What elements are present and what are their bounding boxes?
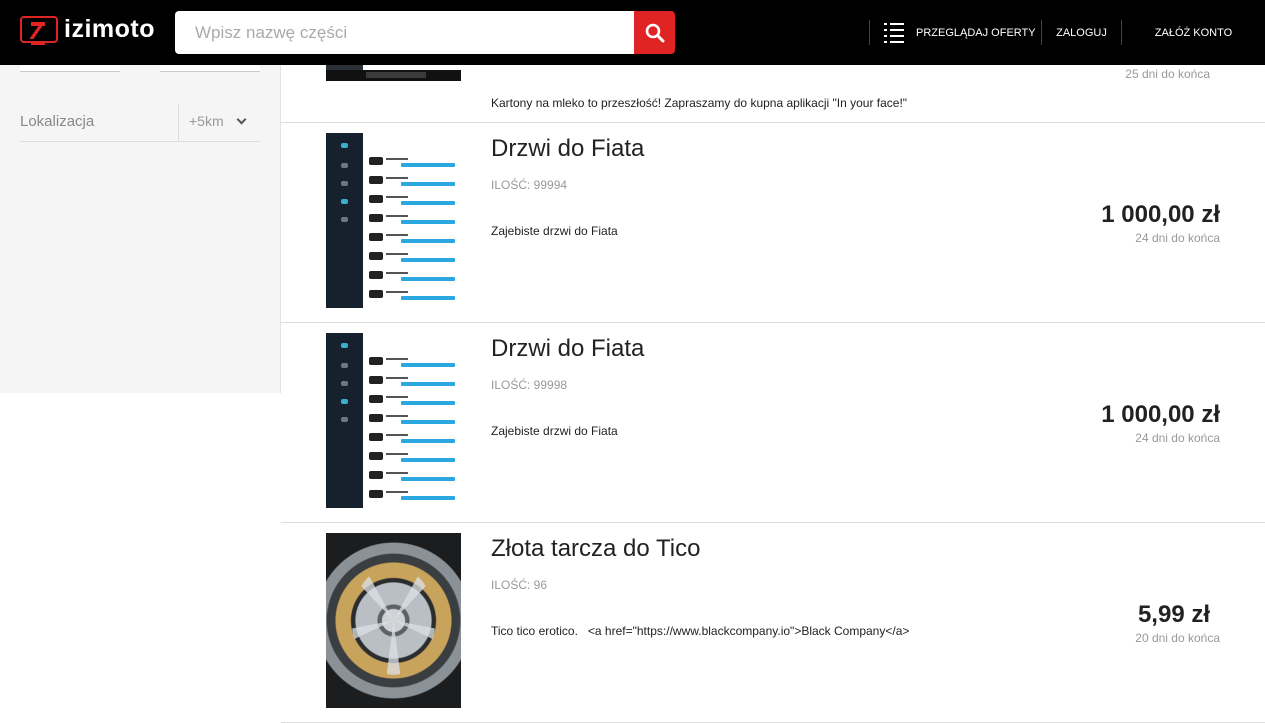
days-left: 24 dni do końca xyxy=(1135,431,1220,445)
chevron-down-icon xyxy=(236,114,247,124)
offer-price: 1 000,00 zł xyxy=(1101,201,1220,228)
search-icon xyxy=(645,23,664,42)
location-field[interactable]: Lokalizacja xyxy=(20,113,94,130)
offer-quantity: ILOŚĆ: 96 xyxy=(491,578,548,592)
offer-thumbnail[interactable] xyxy=(326,533,461,708)
site-logo[interactable]: izimoto xyxy=(20,14,155,45)
offer-description: Zajebiste drzwi do Fiata xyxy=(491,424,618,438)
offer-title[interactable]: Drzwi do Fiata xyxy=(491,335,644,363)
offer-description: Kartony na mleko to przeszłość! Zaprasza… xyxy=(491,96,908,110)
offer-price: 5,99 zł xyxy=(1137,601,1210,628)
search-button[interactable] xyxy=(634,11,675,54)
offer-quantity: ILOŚĆ: 99994 xyxy=(491,178,568,192)
radius-value: +5km xyxy=(189,113,224,129)
range-to-field[interactable] xyxy=(160,65,260,72)
days-left: 20 dni do końca xyxy=(1135,631,1220,645)
days-left: 25 dni do końca xyxy=(1125,67,1210,81)
location-divider xyxy=(178,103,179,141)
logo-text: izimoto xyxy=(64,14,155,43)
search-input[interactable] xyxy=(175,11,634,54)
register-label: ZAŁÓŻ KONTO xyxy=(1154,26,1233,39)
offer-title[interactable]: Drzwi do Fiata xyxy=(491,135,644,163)
login-label: ZALOGUJ xyxy=(1056,26,1107,39)
offer-title[interactable]: Złota tarcza do Tico xyxy=(491,535,700,563)
location-underline xyxy=(20,141,260,142)
logo-mark-icon xyxy=(20,15,58,45)
filter-sidebar: Lokalizacja +5km xyxy=(0,65,281,393)
browse-offers-link[interactable]: PRZEGLĄDAJ OFERTY xyxy=(869,20,1041,45)
list-item[interactable]: Drzwi do Fiata ILOŚĆ: 99994 Zajebiste dr… xyxy=(281,123,1265,323)
range-from-field[interactable] xyxy=(20,65,120,72)
search-bar xyxy=(175,11,675,54)
radius-select[interactable]: +5km xyxy=(189,113,247,129)
offer-thumbnail[interactable] xyxy=(326,133,461,308)
offer-thumbnail[interactable] xyxy=(326,333,461,508)
browse-offers-label: PRZEGLĄDAJ OFERTY xyxy=(916,26,1036,39)
list-item[interactable]: Drzwi do Fiata ILOŚĆ: 99998 Zajebiste dr… xyxy=(281,323,1265,523)
offer-quantity: ILOŚĆ: 99998 xyxy=(491,378,568,392)
offer-price: 1 000,00 zł xyxy=(1101,401,1220,428)
offer-description: Zajebiste drzwi do Fiata xyxy=(491,224,618,238)
days-left: 24 dni do końca xyxy=(1135,231,1220,245)
list-item[interactable]: Złota tarcza do Tico ILOŚĆ: 96 Tico tico… xyxy=(281,523,1265,723)
top-navigation-bar: izimoto PRZEGLĄDAJ OFERTY ZALOGUJ ZAŁÓŻ … xyxy=(0,0,1265,65)
offer-description: Tico tico erotico. <a href="https://www.… xyxy=(491,624,910,638)
list-icon xyxy=(884,22,904,43)
login-link[interactable]: ZALOGUJ xyxy=(1041,20,1121,45)
register-link[interactable]: ZAŁÓŻ KONTO xyxy=(1121,20,1265,45)
